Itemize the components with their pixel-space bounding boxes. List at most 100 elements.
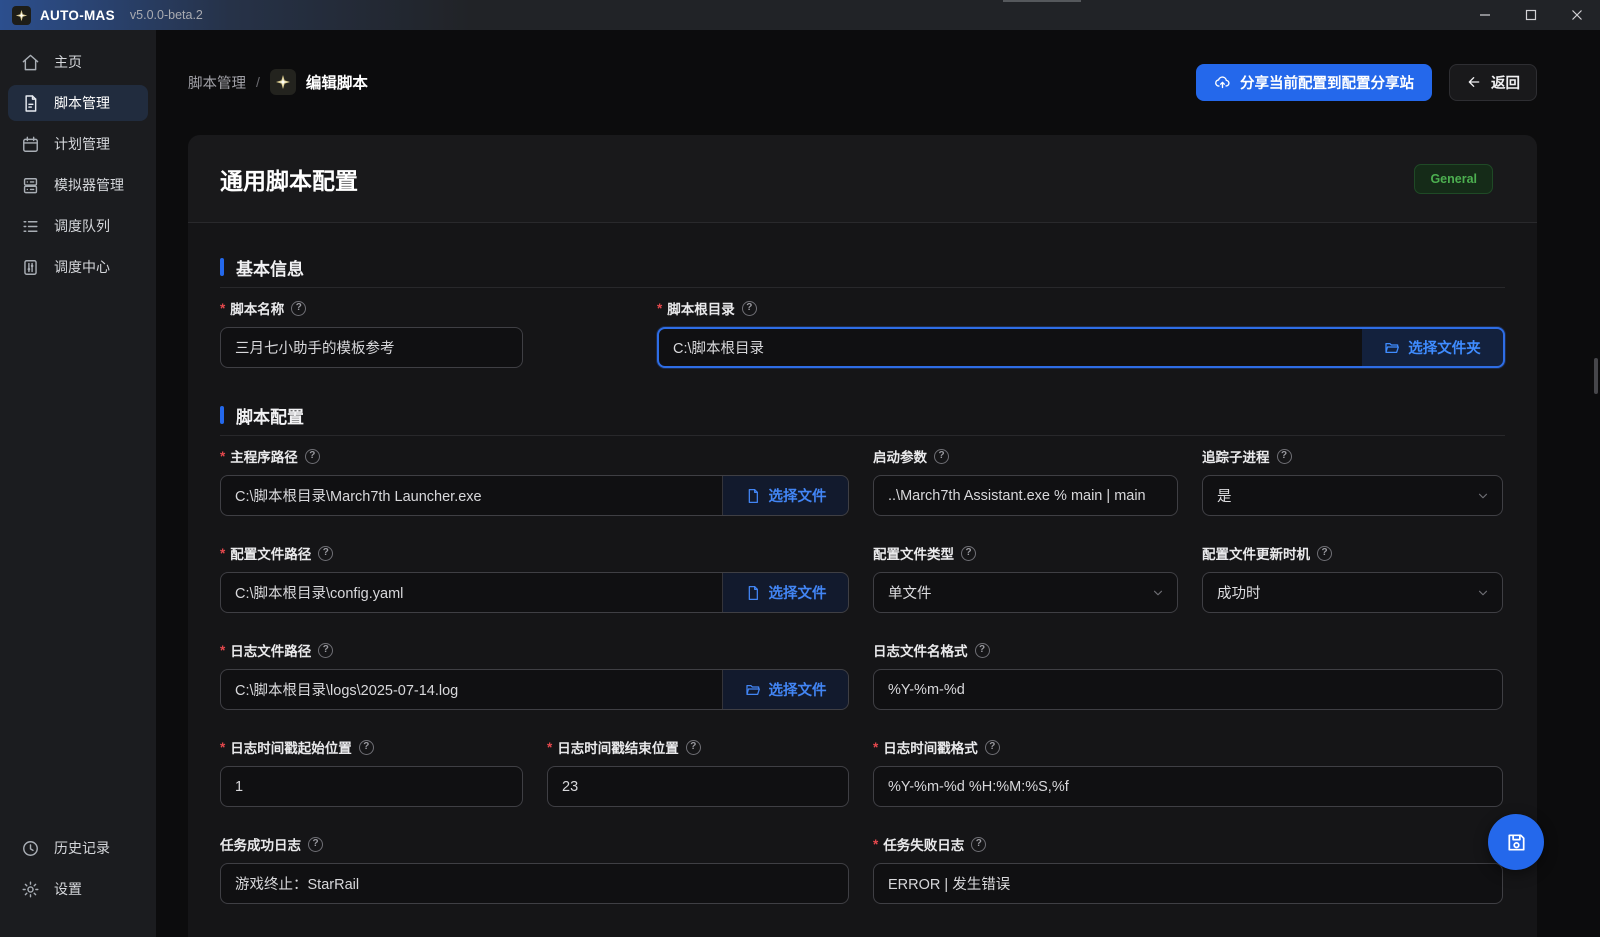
folder-open-icon [1384,340,1400,356]
titlebar: AUTO-MAS v5.0.0-beta.2 [0,0,1600,30]
breadcrumb-parent-link[interactable]: 脚本管理 [188,72,246,93]
chevron-down-icon [1151,586,1165,600]
field-task-fail-log: *任务失败日志 [873,836,1503,904]
sidebar-item-label: 设置 [54,879,82,899]
sidebar-item-scripts[interactable]: 脚本管理 [8,85,148,121]
log-path-input[interactable] [221,670,722,709]
script-badge-icon [270,69,296,95]
help-icon[interactable] [742,301,757,316]
back-button[interactable]: 返回 [1449,64,1537,101]
sidebar: 主页 脚本管理 计划管理 模拟器管理 [0,30,156,937]
queue-icon [21,217,40,236]
launch-args-input[interactable] [873,475,1178,516]
help-icon[interactable] [291,301,306,316]
share-config-button[interactable]: 分享当前配置到配置分享站 [1196,64,1432,101]
section-divider [220,287,1505,288]
section-basic-info: 基本信息 [220,256,1505,278]
script-icon [21,94,40,113]
main-program-input[interactable] [221,476,722,515]
log-name-format-input[interactable] [873,669,1503,710]
breadcrumb: 脚本管理 / 编辑脚本 [188,69,368,95]
field-log-ts-format: *日志时间戳格式 [873,739,1503,807]
help-icon[interactable] [961,546,976,561]
config-card: 通用脚本配置 General 基本信息 *脚本名称 *脚本根目录 [188,135,1537,937]
task-fail-log-input[interactable] [873,863,1503,904]
sidebar-item-label: 调度中心 [54,257,110,277]
field-script-root: *脚本根目录 选择文件夹 [657,300,1505,368]
task-success-log-input[interactable] [220,863,849,904]
help-icon[interactable] [1277,449,1292,464]
field-config-update-timing: 配置文件更新时机 成功时 [1202,545,1503,613]
page-title: 通用脚本配置 [220,162,358,196]
help-icon[interactable] [305,449,320,464]
select-file-button[interactable]: 选择文件 [722,476,848,515]
field-log-ts-start: *日志时间戳起始位置 [220,739,523,807]
arrow-left-icon [1466,74,1482,90]
help-icon[interactable] [971,837,986,852]
log-ts-format-input[interactable] [873,766,1503,807]
help-icon[interactable] [318,643,333,658]
sidebar-item-settings[interactable]: 设置 [8,871,148,907]
select-file-button[interactable]: 选择文件 [722,573,848,612]
field-task-success-log: 任务成功日志 [220,836,849,904]
sidebar-item-history[interactable]: 历史记录 [8,830,148,866]
help-icon[interactable] [318,546,333,561]
sidebar-item-emulators[interactable]: 模拟器管理 [8,167,148,203]
sidebar-item-label: 脚本管理 [54,93,110,113]
sidebar-item-plans[interactable]: 计划管理 [8,126,148,162]
folder-open-icon [745,682,761,698]
main-program-input-group: 选择文件 [220,475,849,516]
script-root-input[interactable] [659,329,1362,366]
script-name-input[interactable] [220,327,523,368]
log-ts-end-input[interactable] [547,766,849,807]
field-config-type: 配置文件类型 单文件 [873,545,1178,613]
sidebar-item-home[interactable]: 主页 [8,44,148,80]
help-icon[interactable] [934,449,949,464]
config-update-timing-select[interactable]: 成功时 [1202,572,1503,613]
help-icon[interactable] [985,740,1000,755]
page-header: 脚本管理 / 编辑脚本 分享当前配置到配置分享站 返回 [188,60,1537,104]
track-subprocess-select[interactable]: 是 [1202,475,1503,516]
cloud-upload-icon [1214,74,1231,91]
log-path-input-group: 选择文件 [220,669,849,710]
minimize-button[interactable] [1462,0,1508,30]
help-icon[interactable] [308,837,323,852]
sidebar-item-label: 历史记录 [54,838,110,858]
field-main-program: *主程序路径 选择文件 [220,448,849,516]
emulator-icon [21,176,40,195]
app-window: AUTO-MAS v5.0.0-beta.2 主页 [0,0,1600,937]
chevron-down-icon [1476,586,1490,600]
help-icon[interactable] [975,643,990,658]
help-icon[interactable] [359,740,374,755]
app-name: AUTO-MAS [40,8,115,23]
section-divider [220,435,1505,436]
main-content: 脚本管理 / 编辑脚本 分享当前配置到配置分享站 返回 通用 [156,30,1600,937]
field-launch-args: 启动参数 [873,448,1178,516]
sidebar-item-queue[interactable]: 调度队列 [8,208,148,244]
sidebar-main-nav: 主页 脚本管理 计划管理 模拟器管理 [0,44,156,285]
scrollbar-thumb[interactable] [1594,358,1598,394]
maximize-button[interactable] [1508,0,1554,30]
file-icon [745,488,761,504]
config-type-select[interactable]: 单文件 [873,572,1178,613]
save-button[interactable] [1488,814,1544,870]
dispatch-icon [21,258,40,277]
file-icon [745,585,761,601]
sidebar-item-dispatch[interactable]: 调度中心 [8,249,148,285]
config-path-input[interactable] [221,573,722,612]
sidebar-item-label: 计划管理 [54,134,110,154]
field-log-name-format: 日志文件名格式 [873,642,1503,710]
breadcrumb-current: 编辑脚本 [306,71,368,93]
sidebar-bottom-nav: 历史记录 设置 [0,830,156,907]
close-button[interactable] [1554,0,1600,30]
help-icon[interactable] [1317,546,1332,561]
field-script-name: *脚本名称 [220,300,523,368]
field-config-path: *配置文件路径 选择文件 [220,545,849,613]
sidebar-item-label: 模拟器管理 [54,175,124,195]
help-icon[interactable] [686,740,701,755]
script-type-badge: General [1414,164,1493,194]
select-folder-button[interactable]: 选择文件夹 [1362,329,1503,366]
select-file-button[interactable]: 选择文件 [722,670,848,709]
log-ts-start-input[interactable] [220,766,523,807]
section-script-config: 脚本配置 [220,404,1505,426]
